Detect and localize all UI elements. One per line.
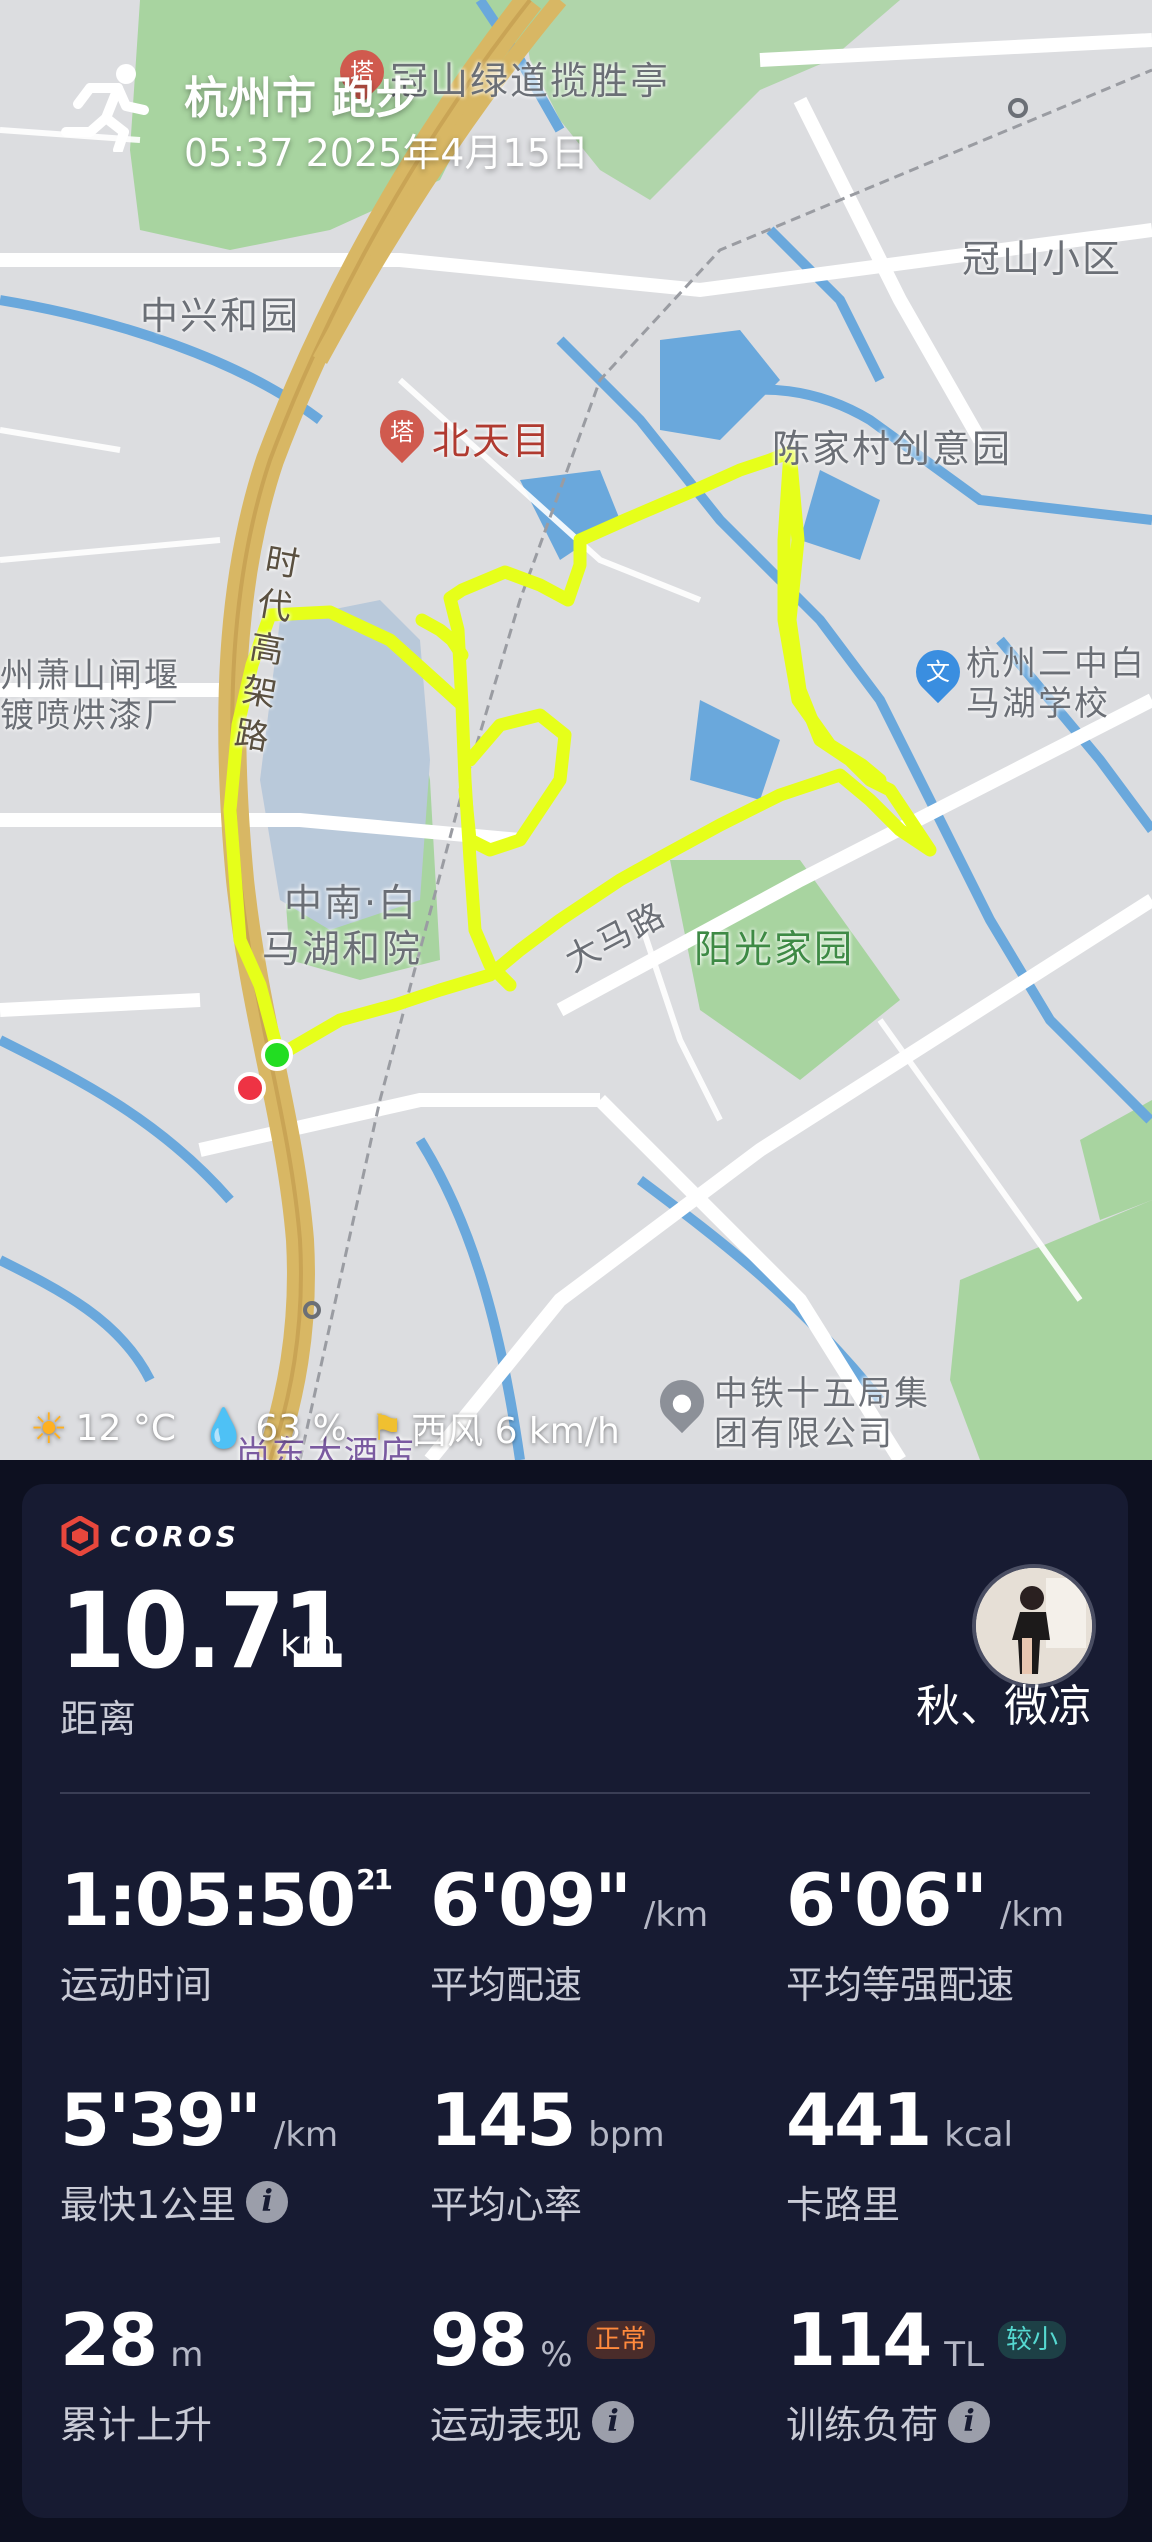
distance-label: 距离 <box>60 1697 137 1741</box>
stat-unit: m <box>170 2335 204 2375</box>
stat-label: 累计上升 <box>60 2403 213 2447</box>
runner-icon <box>61 64 149 152</box>
school-icon: 文 <box>906 640 970 704</box>
stat-unit: TL <box>944 2335 985 2375</box>
stat-elevation-gain: 28 m 累计上升 <box>60 2300 400 2449</box>
stat-label: 运动时间 <box>60 1963 213 2007</box>
info-icon[interactable]: i <box>948 2400 991 2443</box>
coros-logo-icon <box>61 1516 99 1556</box>
end-marker <box>234 1072 266 1104</box>
coros-logo-text: COROS <box>110 1519 240 1553</box>
temperature: 12 °C <box>75 1407 177 1449</box>
stat-fastest-km: 5'39" /km 最快1公里 i <box>60 2080 400 2229</box>
coros-logo: COROS <box>60 1516 240 1556</box>
stat-avg-heart-rate: 145 bpm 平均心率 <box>430 2080 770 2229</box>
map-label-crcc-2: 团有限公司 <box>714 1414 894 1454</box>
distance-unit: km <box>280 1624 336 1665</box>
wind-icon: ⚑ <box>370 1407 404 1449</box>
humidity-icon: 💧 <box>200 1405 248 1450</box>
weather-bar: ☀ 12 °C 💧 63 % ⚑ 西风 6 km/h <box>30 1400 644 1456</box>
stat-label: 最快1公里 <box>60 2183 237 2227</box>
info-icon[interactable]: i <box>246 2180 289 2223</box>
stat-label: 卡路里 <box>786 2183 901 2227</box>
stat-value: 98 <box>430 2298 528 2382</box>
status-badge: 较小 <box>998 2321 1067 2359</box>
stat-unit: /km <box>273 2115 339 2155</box>
stat-sup: 21 <box>356 1863 393 1896</box>
stat-label: 平均配速 <box>430 1963 583 2007</box>
stat-value: 5'39" <box>60 2078 262 2162</box>
map-label-beitianmu: 北天目 <box>432 419 553 463</box>
map-label-plating: 镀喷烘漆厂 <box>0 696 180 736</box>
stat-unit: bpm <box>588 2115 665 2155</box>
stats-card: COROS 10.71 km 距离 秋、微凉 1:05:50 21 运动时间 6'… <box>22 1484 1128 2518</box>
stat-value: 145 <box>430 2078 576 2162</box>
map-label-zhongnan-2: 马湖和院 <box>262 927 423 971</box>
info-icon[interactable]: i <box>592 2400 635 2443</box>
stat-label: 平均心率 <box>430 2183 583 2227</box>
stat-avg-pace: 6'09" /km 平均配速 <box>430 1860 770 2009</box>
map-label-chenjiacun: 陈家村创意园 <box>772 427 1013 471</box>
activity-datetime: 05:37 2025年4月15日 <box>184 131 589 175</box>
stat-performance: 98% 正常 运动表现 i <box>430 2300 770 2449</box>
location-pin-icon: ● <box>650 1370 714 1434</box>
stat-training-load: 114 TL 较小 训练负荷 i <box>786 2300 1126 2449</box>
start-marker <box>261 1039 293 1071</box>
route-map[interactable]: 冠山绿道揽胜亭 塔 中兴和园 冠山小区 塔 北天目 陈家村创意园 时代高架路 州… <box>0 0 1152 1460</box>
stat-value: 6'09" <box>430 1858 632 1942</box>
map-label-erzhong-2: 马湖学校 <box>966 684 1110 724</box>
stat-unit: % <box>540 2335 573 2375</box>
stat-label: 运动表现 <box>430 2403 583 2447</box>
map-label-zhongxing: 中兴和园 <box>140 294 301 338</box>
stat-value: 114 <box>786 2298 932 2382</box>
status-badge: 正常 <box>586 2321 655 2359</box>
stat-unit: /km <box>999 1895 1065 1935</box>
activity-title: 杭州市 跑步 <box>184 73 420 124</box>
stat-value: 28 <box>60 2298 158 2382</box>
stat-value: 6'06" <box>786 1858 988 1942</box>
stat-unit: /km <box>643 1895 709 1935</box>
pagoda-icon: 塔 <box>370 400 434 464</box>
stat-label: 训练负荷 <box>786 2403 939 2447</box>
stat-unit: kcal <box>944 2115 1013 2155</box>
stat-grade-adjusted-pace: 6'06" /km 平均等强配速 <box>786 1860 1126 2009</box>
map-label-guanshan-greenway: 冠山绿道揽胜亭 <box>390 59 671 103</box>
sun-icon: ☀ <box>30 1403 68 1453</box>
stat-value: 1:05:50 <box>60 1858 356 1942</box>
wind: 西风 6 km/h <box>411 1411 620 1452</box>
stat-duration: 1:05:50 21 运动时间 <box>60 1860 400 2009</box>
humidity: 63 % <box>255 1407 347 1449</box>
username: 秋、微凉 <box>916 1681 1092 1732</box>
stat-calories: 441 kcal 卡路里 <box>786 2080 1126 2229</box>
map-label-yangguang: 阳光家园 <box>694 927 855 971</box>
map-label-guanshan-district: 冠山小区 <box>962 237 1123 281</box>
stat-label: 平均等强配速 <box>786 1963 1015 2007</box>
stat-value: 441 <box>786 2078 932 2162</box>
divider <box>60 1792 1090 1794</box>
avatar-image <box>976 1568 1092 1684</box>
